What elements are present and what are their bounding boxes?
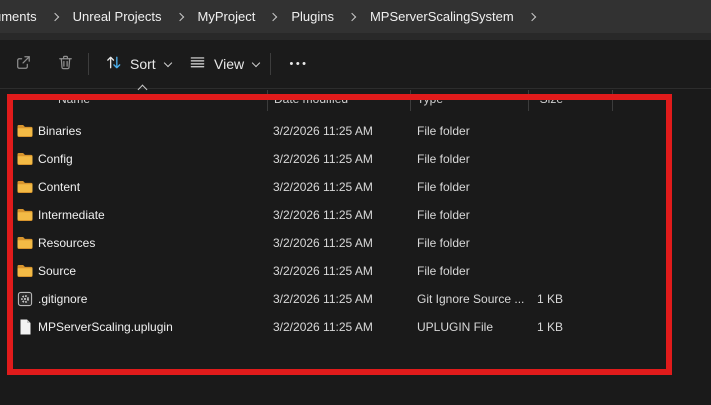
chevron-right-icon: [348, 12, 356, 20]
table-row[interactable]: Content 3/2/2026 11:25 AM File folder: [0, 173, 668, 201]
file-type: File folder: [417, 201, 470, 229]
folder-icon: [16, 178, 34, 196]
address-bar-divider: [0, 33, 711, 40]
view-button[interactable]: View: [184, 48, 263, 80]
column-resize-handle[interactable]: [528, 90, 529, 111]
file-type: File folder: [417, 257, 470, 285]
breadcrumb-item-documents[interactable]: uments: [0, 9, 37, 24]
file-size: 1 KB: [470, 313, 563, 341]
file-date-modified: 3/2/2026 11:25 AM: [273, 201, 373, 229]
file-name: Resources: [38, 229, 95, 257]
chevron-right-icon: [50, 12, 58, 20]
trash-icon: [56, 53, 75, 75]
column-header-date-modified[interactable]: Date modified: [274, 92, 348, 106]
file-name: Source: [38, 257, 76, 285]
file-name: .gitignore: [38, 285, 87, 313]
table-row[interactable]: .gitignore 3/2/2026 11:25 AM Git Ignore …: [0, 285, 668, 313]
table-row[interactable]: Intermediate 3/2/2026 11:25 AM File fold…: [0, 201, 668, 229]
column-header-type[interactable]: Type: [417, 92, 443, 106]
delete-button[interactable]: [48, 48, 82, 80]
more-options-button[interactable]: •••: [280, 48, 318, 80]
chevron-down-icon: [252, 58, 260, 66]
table-row[interactable]: MPServerScaling.uplugin 3/2/2026 11:25 A…: [0, 313, 668, 341]
chevron-right-icon: [269, 12, 277, 20]
folder-icon: [16, 262, 34, 280]
chevron-down-icon: [163, 58, 171, 66]
file-date-modified: 3/2/2026 11:25 AM: [273, 173, 373, 201]
gitignore-gear-file-icon: [16, 290, 34, 308]
file-date-modified: 3/2/2026 11:25 AM: [273, 145, 373, 173]
breadcrumb-item-unreal-projects[interactable]: Unreal Projects: [73, 9, 162, 24]
column-resize-handle[interactable]: [612, 90, 613, 111]
view-button-label: View: [214, 56, 244, 72]
sort-button-label: Sort: [130, 56, 156, 72]
sort-arrows-icon: [104, 53, 123, 75]
file-icon: [16, 318, 34, 336]
breadcrumb: uments Unreal Projects MyProject Plugins…: [0, 0, 711, 33]
folder-icon: [16, 150, 34, 168]
file-name: MPServerScaling.uplugin: [38, 313, 173, 341]
file-type: File folder: [417, 145, 470, 173]
file-date-modified: 3/2/2026 11:25 AM: [273, 313, 373, 341]
file-type: File folder: [417, 173, 470, 201]
share-button[interactable]: [6, 48, 40, 80]
folder-icon: [16, 122, 34, 140]
column-header-size[interactable]: Size: [470, 92, 563, 106]
toolbar-divider: [88, 53, 89, 75]
table-row[interactable]: Config 3/2/2026 11:25 AM File folder: [0, 145, 668, 173]
file-date-modified: 3/2/2026 11:25 AM: [273, 117, 373, 145]
column-resize-handle[interactable]: [267, 90, 268, 111]
list-header-divider: [0, 88, 711, 89]
breadcrumb-item-myproject[interactable]: MyProject: [198, 9, 256, 24]
column-header-name[interactable]: Name: [58, 92, 90, 106]
breadcrumb-item-plugins[interactable]: Plugins: [291, 9, 334, 24]
folder-icon: [16, 206, 34, 224]
chevron-right-icon: [175, 12, 183, 20]
file-type: File folder: [417, 117, 470, 145]
view-list-icon: [188, 53, 207, 75]
file-name: Binaries: [38, 117, 81, 145]
file-name: Config: [38, 145, 73, 173]
column-resize-handle[interactable]: [410, 90, 411, 111]
file-name: Intermediate: [38, 201, 105, 229]
sort-button[interactable]: Sort: [100, 48, 175, 80]
share-icon: [14, 53, 33, 75]
table-row[interactable]: Binaries 3/2/2026 11:25 AM File folder: [0, 117, 668, 145]
file-type: File folder: [417, 229, 470, 257]
file-date-modified: 3/2/2026 11:25 AM: [273, 257, 373, 285]
file-date-modified: 3/2/2026 11:25 AM: [273, 285, 373, 313]
table-row[interactable]: Resources 3/2/2026 11:25 AM File folder: [0, 229, 668, 257]
breadcrumb-item-mpserverscalingsystem[interactable]: MPServerScalingSystem: [370, 9, 514, 24]
table-row[interactable]: Source 3/2/2026 11:25 AM File folder: [0, 257, 668, 285]
folder-icon: [16, 234, 34, 252]
command-toolbar: Sort View •••: [0, 40, 711, 88]
more-options-icon: •••: [289, 58, 308, 70]
file-size: 1 KB: [470, 285, 563, 313]
file-name: Content: [38, 173, 80, 201]
toolbar-divider: [270, 53, 271, 75]
chevron-right-icon[interactable]: [527, 12, 535, 20]
file-date-modified: 3/2/2026 11:25 AM: [273, 229, 373, 257]
